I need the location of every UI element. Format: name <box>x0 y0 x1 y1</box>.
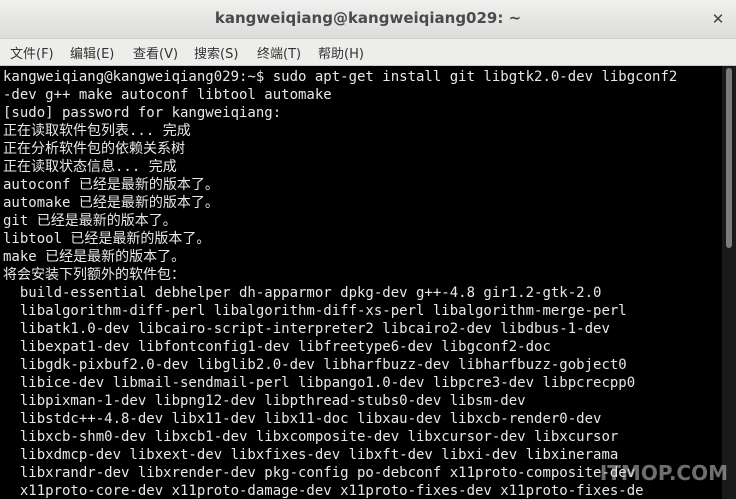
terminal-line: libatk1.0-dev libcairo-script-interprete… <box>3 321 610 337</box>
terminal-line: libalgorithm-diff-perl libalgorithm-diff… <box>3 303 627 319</box>
terminal-line: libgdk-pixbuf2.0-dev libglib2.0-dev libh… <box>3 357 627 373</box>
terminal-line: autoconf 已经是最新的版本了。 <box>3 177 219 193</box>
menu-view[interactable]: 查看(V) <box>133 43 178 62</box>
terminal-line: [sudo] password for kangweiqiang: <box>3 105 282 121</box>
terminal-line: -dev g++ make autoconf libtool automake <box>3 87 332 103</box>
window-title: kangweiqiang@kangweiqiang029: ~ <box>214 9 522 27</box>
menu-file[interactable]: 文件(F) <box>10 43 54 62</box>
terminal-output[interactable]: kangweiqiang@kangweiqiang029:~$ sudo apt… <box>0 66 722 499</box>
terminal-line: libtool 已经是最新的版本了。 <box>3 231 211 247</box>
terminal-line: libxrandr-dev libxrender-dev pkg-config … <box>3 465 636 481</box>
title-bar[interactable]: kangweiqiang@kangweiqiang029: ~ ✕ <box>0 0 736 39</box>
scrollbar-thumb[interactable] <box>726 68 732 248</box>
menu-help[interactable]: 帮助(H) <box>318 43 364 62</box>
menu-edit[interactable]: 编辑(E) <box>70 43 114 62</box>
terminal-line: libxdmcp-dev libxext-dev libxfixes-dev l… <box>3 447 619 463</box>
menu-terminal[interactable]: 终端(T) <box>257 43 301 62</box>
terminal-line: git 已经是最新的版本了。 <box>3 213 177 229</box>
vertical-scrollbar[interactable] <box>722 66 736 499</box>
terminal-line: 正在分析软件包的依赖关系树 <box>3 141 185 157</box>
terminal-line: build-essential debhelper dh-apparmor dp… <box>3 285 602 301</box>
watermark: ITMOP.COM <box>599 461 728 485</box>
terminal-line: automake 已经是最新的版本了。 <box>3 195 219 211</box>
terminal-line: x11proto-core-dev x11proto-damage-dev x1… <box>3 483 644 499</box>
menu-bar: 文件(F) 编辑(E) 查看(V) 搜索(S) 终端(T) 帮助(H) <box>0 39 736 66</box>
terminal-window: kangweiqiang@kangweiqiang029: ~ ✕ 文件(F) … <box>0 0 736 499</box>
terminal-line: 正在读取软件包列表... 完成 <box>3 123 191 139</box>
terminal-line: libpixman-1-dev libpng12-dev libpthread-… <box>3 393 526 409</box>
terminal-line: 将会安装下列额外的软件包： <box>3 267 185 283</box>
terminal-line: 正在读取状态信息... 完成 <box>3 159 177 175</box>
terminal-line: libxcb-shm0-dev libxcb1-dev libxcomposit… <box>3 429 619 445</box>
terminal-line: libexpat1-dev libfontconfig1-dev libfree… <box>3 339 551 355</box>
close-icon[interactable]: ✕ <box>708 9 728 29</box>
terminal-line: make 已经是最新的版本了。 <box>3 249 186 265</box>
terminal-line: kangweiqiang@kangweiqiang029:~$ sudo apt… <box>3 69 678 85</box>
menu-search[interactable]: 搜索(S) <box>194 43 238 62</box>
terminal-line: libice-dev libmail-sendmail-perl libpang… <box>3 375 636 391</box>
terminal-line: libstdc++-4.8-dev libx11-dev libx11-doc … <box>3 411 602 427</box>
